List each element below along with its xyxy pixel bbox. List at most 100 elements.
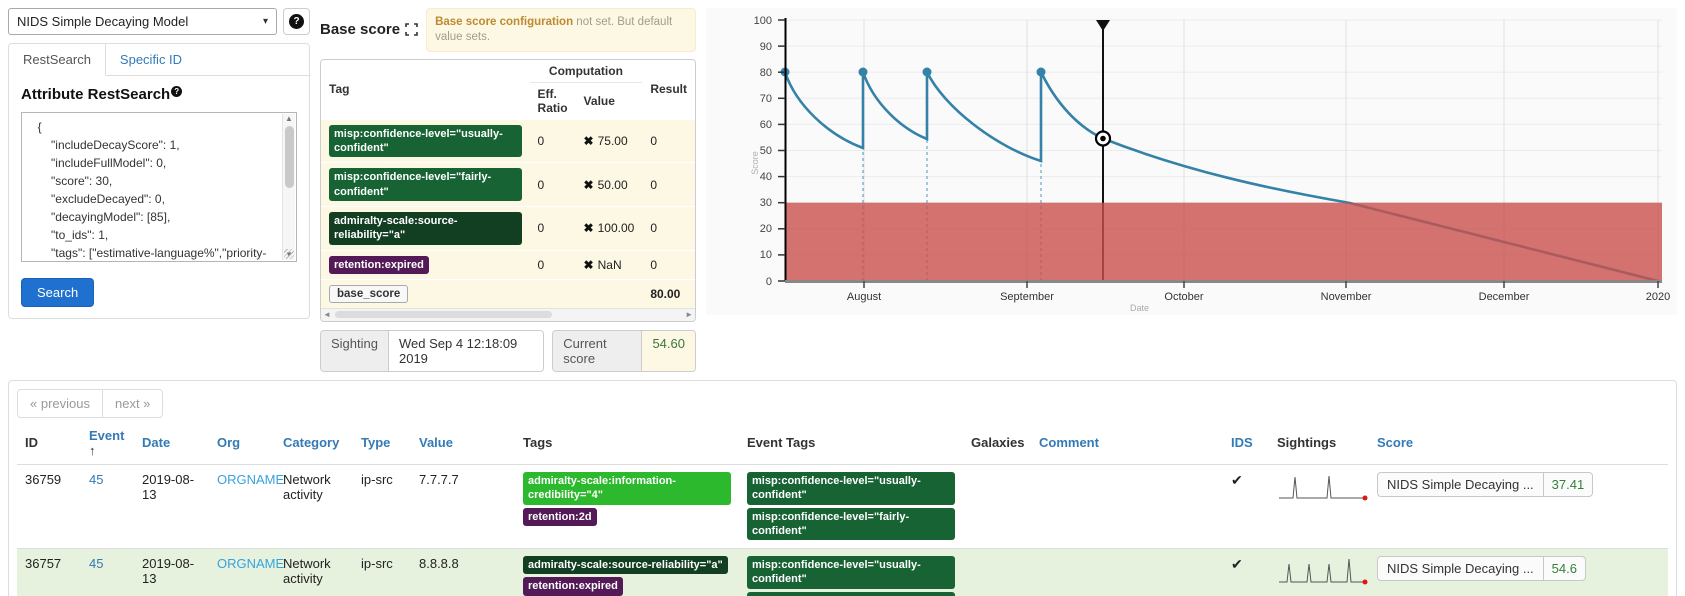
base-score-panel: Base score Base score configuration not … xyxy=(320,8,696,372)
computation-value: ✖75.00 xyxy=(576,119,643,163)
col-sightings: Sightings xyxy=(1269,422,1369,465)
tag-chip[interactable]: admiralty-scale:source-reliability="a" xyxy=(329,212,522,245)
scroll-up-icon[interactable]: ▲ xyxy=(285,114,293,124)
sightings-sparkline xyxy=(1277,472,1372,504)
event-link[interactable]: 45 xyxy=(89,556,103,571)
attribute-row: 36757 45 2019-08-13 ORGNAME Network acti… xyxy=(17,549,1668,596)
attr-category: Network activity xyxy=(275,464,353,548)
org-link[interactable]: ORGNAME xyxy=(217,472,284,487)
decay-chart-panel: 10090 8070 6050 4030 2010 0 AugustSeptem… xyxy=(706,8,1677,315)
svg-text:0: 0 xyxy=(766,276,772,288)
multiply-icon: ✖ xyxy=(584,134,594,148)
col-event-tags: Event Tags xyxy=(739,422,963,465)
scroll-left-icon[interactable]: ◄ xyxy=(323,310,331,319)
tag-chip[interactable]: admiralty-scale:source-reliability="a" xyxy=(523,556,728,574)
attributes-table: ID Event ↑ Date Org Category Type Value … xyxy=(17,422,1668,596)
col-event[interactable]: Event ↑ xyxy=(81,422,134,465)
attributes-header-row: ID Event ↑ Date Org Category Type Value … xyxy=(17,422,1668,465)
svg-text:70: 70 xyxy=(760,93,772,105)
eff-ratio-value: 0 xyxy=(530,163,576,207)
attr-value: 8.8.8.8 xyxy=(411,549,515,596)
col-header-eff-ratio: Eff. Ratio xyxy=(530,82,576,119)
tag-chip[interactable]: misp:confidence-level="fairly-confident" xyxy=(747,508,955,541)
attr-category: Network activity xyxy=(275,549,353,596)
result-value: 0 xyxy=(642,250,695,279)
base-score-row: admiralty-scale:source-reliability="a" 0… xyxy=(321,207,695,251)
tag-chip[interactable]: retention:expired xyxy=(523,577,623,595)
computation-value: ✖100.00 xyxy=(576,207,643,251)
score-model-name: NIDS Simple Decaying ... xyxy=(1378,473,1544,496)
col-header-tag: Tag xyxy=(321,60,530,120)
horizontal-scrollbar[interactable]: ◄ ► xyxy=(321,308,695,321)
attributes-panel: « previous next » ID Event ↑ Date Org Ca… xyxy=(8,380,1677,596)
base-score-total-row: base_score 80.00 xyxy=(321,279,695,308)
help-button[interactable]: ? xyxy=(283,8,310,35)
resize-grip-icon[interactable] xyxy=(284,249,294,259)
col-header-computation: Computation xyxy=(530,60,643,83)
col-category[interactable]: Category xyxy=(275,422,353,465)
tag-chip[interactable]: retention:2d xyxy=(523,508,597,526)
current-score-marker[interactable] xyxy=(1096,132,1110,146)
question-circle-icon: ? xyxy=(289,14,304,29)
col-value[interactable]: Value xyxy=(411,422,515,465)
search-button[interactable]: Search xyxy=(21,278,94,307)
tag-chip[interactable]: misp:confidence-level="usually-confident… xyxy=(329,125,522,158)
tab-restsearch[interactable]: RestSearch xyxy=(9,44,106,76)
question-circle-icon[interactable]: ? xyxy=(171,86,182,97)
col-date[interactable]: Date xyxy=(134,422,209,465)
svg-text:30: 30 xyxy=(760,197,772,209)
attr-value: 7.7.7.7 xyxy=(411,464,515,548)
result-value: 0 xyxy=(642,207,695,251)
col-comment[interactable]: Comment xyxy=(1031,422,1223,465)
sighting-group: Sighting Wed Sep 4 12:18:09 2019 xyxy=(320,330,544,372)
decaying-model-select[interactable]: NIDS Simple Decaying Model ▾ xyxy=(8,8,277,35)
check-icon: ✔ xyxy=(1231,472,1243,488)
check-icon: ✔ xyxy=(1231,556,1243,572)
model-panel: NIDS Simple Decaying Model ▾ ? RestSearc… xyxy=(8,8,310,319)
org-link[interactable]: ORGNAME xyxy=(217,556,284,571)
score-value: 37.41 xyxy=(1544,473,1593,496)
tag-chip[interactable]: misp:confidence-level="fairly-confident" xyxy=(329,168,522,201)
computation-value: ✖50.00 xyxy=(576,163,643,207)
scrollbar-thumb[interactable] xyxy=(335,311,552,318)
svg-text:20: 20 xyxy=(760,223,772,235)
col-galaxies: Galaxies xyxy=(963,422,1031,465)
search-tabs-panel: RestSearch Specific ID Attribute RestSea… xyxy=(8,43,310,319)
col-type[interactable]: Type xyxy=(353,422,411,465)
restsearch-query-text[interactable]: { "includeDecayScore": 1, "includeFullMo… xyxy=(22,113,296,261)
score-button[interactable]: NIDS Simple Decaying ... 37.41 xyxy=(1377,472,1593,497)
scrollbar-thumb[interactable] xyxy=(285,126,294,188)
tag-chip[interactable]: misp:confidence-level="usually-confident… xyxy=(747,472,955,505)
decay-chart[interactable]: 10090 8070 6050 4030 2010 0 AugustSeptem… xyxy=(706,8,1677,315)
previous-page-button[interactable]: « previous xyxy=(17,389,103,418)
tag-chip[interactable]: admiralty-scale:information-credibility=… xyxy=(523,472,731,505)
tag-chip[interactable]: misp:confidence-level="usually-confident… xyxy=(747,556,955,589)
col-org[interactable]: Org xyxy=(209,422,275,465)
sighting-date: Wed Sep 4 12:18:09 2019 xyxy=(389,331,543,371)
next-page-button[interactable]: next » xyxy=(102,389,163,418)
score-model-name: NIDS Simple Decaying ... xyxy=(1378,557,1544,580)
tag-chip[interactable]: misp:confidence-level="fairly-confident" xyxy=(747,592,955,596)
scroll-right-icon[interactable]: ► xyxy=(685,310,693,319)
col-ids[interactable]: IDS xyxy=(1223,422,1269,465)
decayed-zone xyxy=(785,203,1662,281)
latest-sighting-dot xyxy=(1363,495,1368,500)
latest-sighting-dot xyxy=(1363,580,1368,585)
restsearch-query-textarea[interactable]: { "includeDecayScore": 1, "includeFullMo… xyxy=(21,112,297,262)
textarea-scrollbar[interactable]: ▲ ▼ xyxy=(282,114,295,260)
col-score[interactable]: Score xyxy=(1369,422,1668,465)
current-score-value: 54.60 xyxy=(642,331,695,371)
col-header-value: Value xyxy=(576,82,643,119)
base-score-row: retention:expired 0 ✖NaN 0 xyxy=(321,250,695,279)
attr-sightings xyxy=(1269,464,1369,548)
event-link[interactable]: 45 xyxy=(89,472,103,487)
expand-icon[interactable] xyxy=(405,23,418,36)
score-button[interactable]: NIDS Simple Decaying ... 54.6 xyxy=(1377,556,1586,581)
tab-bar: RestSearch Specific ID xyxy=(9,44,309,76)
pagination-top: « previous next » xyxy=(17,389,163,418)
attr-type: ip-src xyxy=(353,549,411,596)
base-score-chip[interactable]: base_score xyxy=(329,285,408,303)
svg-text:10: 10 xyxy=(760,249,772,261)
tab-specific-id[interactable]: Specific ID xyxy=(106,44,196,75)
tag-chip[interactable]: retention:expired xyxy=(329,256,429,274)
